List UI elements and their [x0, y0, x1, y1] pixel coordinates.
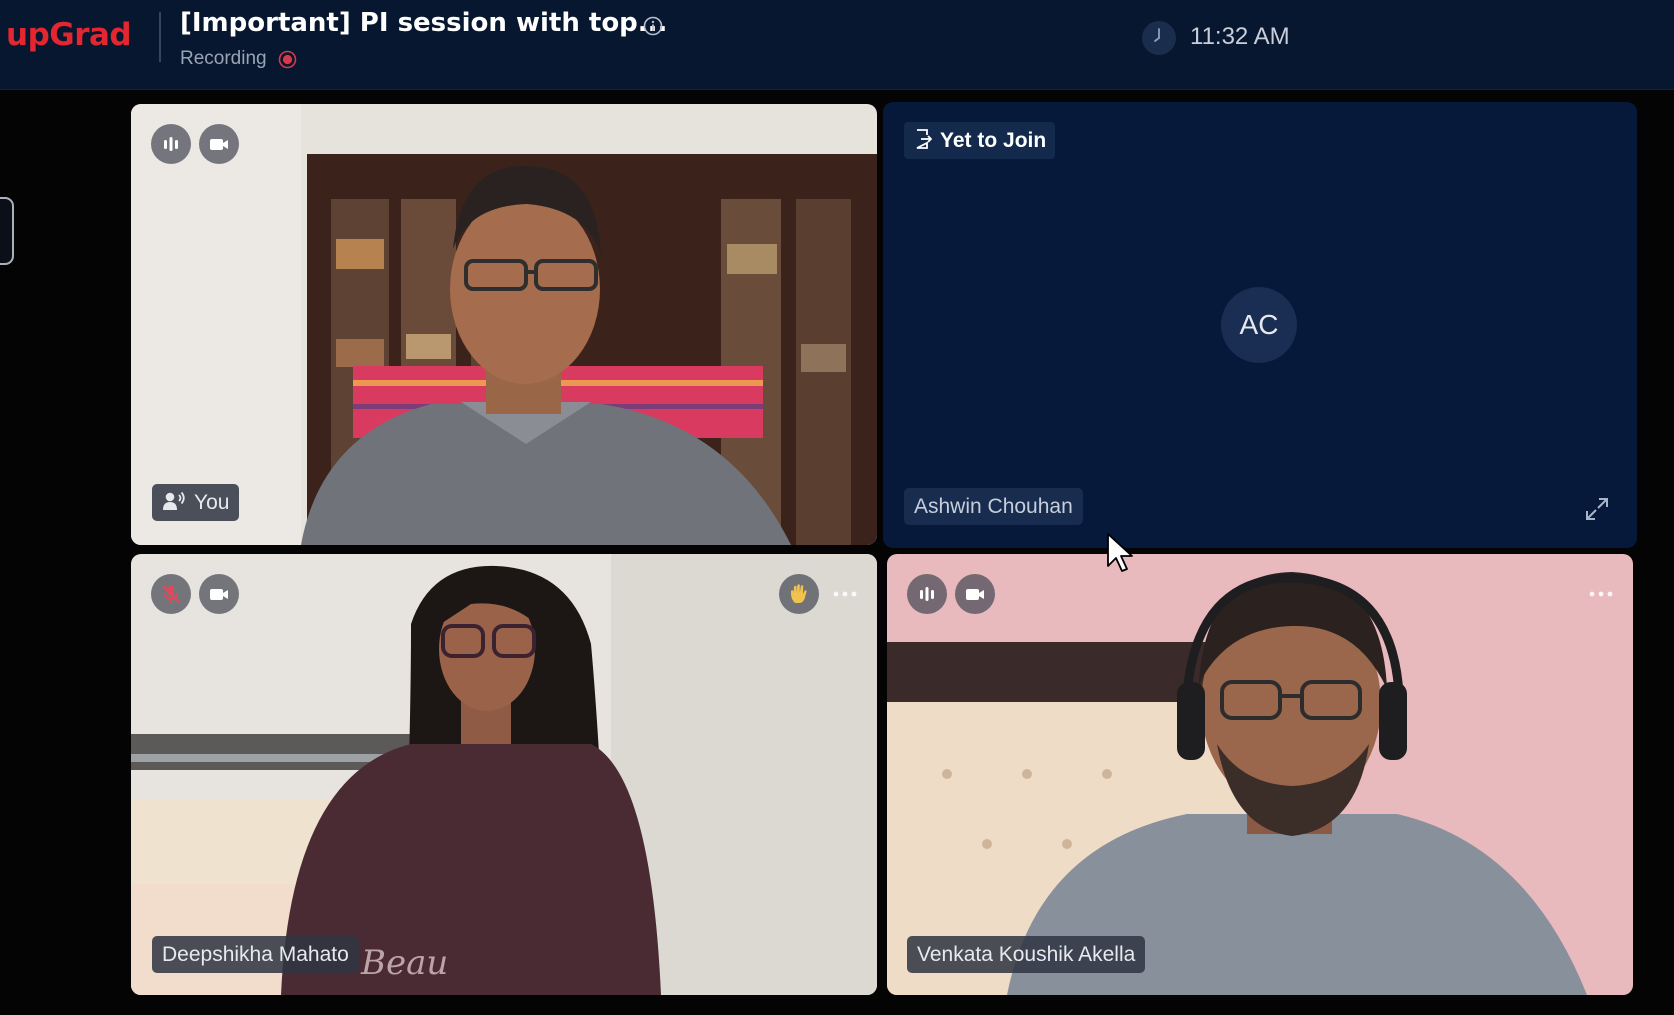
clock-time: 11:32 AM	[1190, 23, 1290, 50]
info-icon[interactable]	[643, 16, 663, 36]
participant-tile-you[interactable]: You	[131, 104, 877, 545]
expand-icon[interactable]	[1584, 496, 1610, 522]
participant-name: Deepshikha Mahato	[152, 936, 359, 973]
participant-name: Ashwin Chouhan	[904, 488, 1083, 525]
mic-muted-icon[interactable]	[151, 574, 191, 614]
meeting-header: upGrad [Important] PI session with top..…	[0, 0, 1674, 90]
join-icon	[916, 129, 932, 150]
recording-label: Recording	[180, 48, 267, 69]
mouse-cursor-icon	[1107, 533, 1133, 572]
participant-video: Beau	[131, 554, 877, 995]
participant-name-badge: You	[152, 484, 240, 521]
camera-icon[interactable]	[955, 574, 995, 614]
recording-indicator-icon	[278, 50, 297, 69]
join-status-text: Yet to Join	[940, 129, 1047, 152]
speaker-icon	[163, 492, 185, 511]
participant-name: Venkata Koushik Akella	[907, 936, 1146, 973]
participant-video	[131, 104, 877, 545]
participant-tile-deepshikha[interactable]: Beau Deepshikha Mahato	[131, 554, 877, 995]
camera-icon[interactable]	[199, 574, 239, 614]
camera-icon[interactable]	[199, 124, 239, 164]
participant-tile-ashwin[interactable]: Yet to Join AC Ashwin Chouhan	[883, 102, 1637, 548]
side-panel-toggle[interactable]	[0, 197, 14, 265]
audio-level-icon	[151, 124, 191, 164]
participant-name: You	[194, 491, 230, 514]
avatar: AC	[1221, 287, 1297, 363]
audio-level-icon	[907, 574, 947, 614]
upgrad-logo[interactable]: upGrad	[6, 17, 132, 53]
header-divider	[159, 12, 161, 62]
raised-hand-icon	[779, 574, 819, 614]
participant-video	[887, 554, 1633, 995]
more-icon[interactable]	[1588, 590, 1614, 598]
more-icon[interactable]	[832, 590, 858, 598]
svg-text:Beau: Beau	[360, 943, 448, 983]
clock-icon	[1142, 21, 1176, 55]
participant-tile-venkata[interactable]: Venkata Koushik Akella	[887, 554, 1633, 995]
session-title: [Important] PI session with top...	[180, 8, 668, 38]
join-status-badge: Yet to Join	[904, 122, 1056, 159]
